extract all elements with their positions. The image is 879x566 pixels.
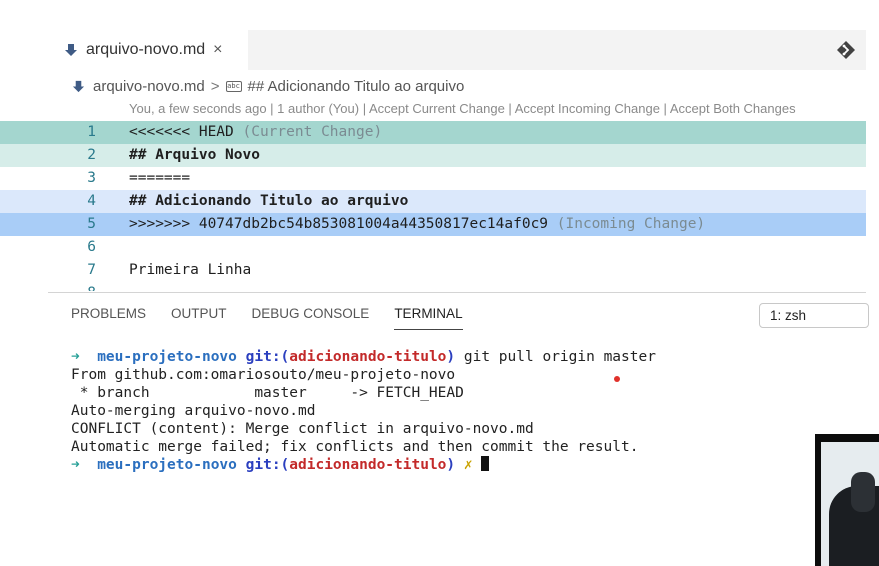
terminal-cursor [481, 456, 490, 471]
terminal-line: Automatic merge failed; fix conflicts an… [71, 439, 639, 455]
editor-line: 6 [0, 236, 866, 259]
string-symbol-icon: abc [225, 80, 242, 92]
prompt-git-close: ) [446, 349, 456, 365]
breadcrumb-separator: > [210, 77, 220, 95]
prompt-git-close: ) [446, 457, 456, 473]
terminal-command: git pull origin master [463, 349, 656, 365]
tab-problems[interactable]: PROBLEMS [71, 306, 146, 330]
editor-tab-bar: arquivo-novo.md × [0, 30, 879, 70]
prompt-git: git:( [245, 349, 290, 365]
line-number: 8 [60, 282, 96, 291]
line-content: ## Adicionando Titulo ao arquivo [129, 193, 409, 209]
tab-label: arquivo-novo.md [86, 41, 206, 58]
dirty-mark-icon: ✗ [463, 457, 473, 473]
tab-output[interactable]: OUTPUT [171, 306, 227, 330]
panel-tabs: PROBLEMS OUTPUT DEBUG CONSOLE TERMINAL [71, 306, 488, 330]
editor-line: 5 >>>>>>> 40747db2bc54b853081004a4435081… [0, 213, 866, 236]
merge-codelens[interactable]: You, a few seconds ago | 1 author (You) … [129, 101, 796, 116]
line-number: 6 [87, 239, 96, 255]
line-number: 4 [87, 193, 96, 209]
tab-terminal[interactable]: TERMINAL [394, 306, 463, 330]
terminal-line: Auto-merging arquivo-novo.md [71, 403, 316, 419]
webcam-person [851, 472, 875, 512]
webcam-overlay [815, 434, 879, 566]
breadcrumb: arquivo-novo.md > abc ## Adicionando Tit… [72, 76, 464, 96]
line-content: <<<<<<< HEAD (Current Change) [129, 121, 866, 144]
breadcrumb-file[interactable]: arquivo-novo.md [93, 78, 205, 95]
mouse-pointer-dot [614, 376, 620, 382]
line-number: 7 [87, 262, 96, 278]
webcam-image [821, 442, 879, 566]
terminal-line: From github.com:omariosouto/meu-projeto-… [71, 367, 456, 383]
prompt-git: git:( [245, 457, 290, 473]
prompt-arrow: ➜ [71, 457, 80, 473]
terminal-line: ➜ meu-projeto-novo git:(adicionando-titu… [71, 456, 656, 474]
current-change-hint: (Current Change) [233, 124, 383, 140]
markdown-file-icon [65, 44, 77, 56]
open-changes-icon[interactable] [836, 40, 856, 60]
prompt-branch: adicionando-titulo [289, 457, 447, 473]
terminal-select[interactable]: 1: zsh [759, 303, 869, 328]
terminal-line: ➜ meu-projeto-novo git:(adicionando-titu… [71, 348, 656, 366]
line-number: 3 [87, 170, 96, 186]
prompt-branch: adicionando-titulo [289, 349, 447, 365]
line-number: 2 [87, 147, 96, 163]
conflict-marker: <<<<<<< HEAD [129, 124, 234, 140]
editor-line: 4 ## Adicionando Titulo ao arquivo [0, 190, 866, 213]
terminal-output[interactable]: ➜ meu-projeto-novo git:(adicionando-titu… [71, 348, 656, 474]
prompt-arrow: ➜ [71, 349, 80, 365]
conflict-marker: >>>>>>> 40747db2bc54b853081004a44350817e… [129, 216, 549, 232]
editor-line: 2 ## Arquivo Novo [0, 144, 866, 167]
tab-bar-empty-area [248, 30, 866, 70]
markdown-file-icon [72, 80, 85, 92]
tab-arquivo-novo[interactable]: arquivo-novo.md × [52, 30, 248, 70]
panel-divider[interactable] [48, 292, 866, 293]
incoming-change-hint: (Incoming Change) [548, 216, 706, 232]
line-content: ## Arquivo Novo [129, 147, 260, 163]
line-content: >>>>>>> 40747db2bc54b853081004a44350817e… [129, 213, 866, 236]
editor-line: 7 Primeira Linha [0, 259, 866, 282]
close-icon[interactable]: × [213, 41, 222, 59]
line-content: Primeira Linha [129, 262, 252, 278]
prompt-dir: meu-projeto-novo [97, 457, 237, 473]
editor-line: 8 [0, 282, 866, 291]
line-number: 5 [87, 216, 96, 232]
prompt-dir: meu-projeto-novo [97, 349, 237, 365]
editor-line: 3 ======= [0, 167, 866, 190]
terminal-line: * branch master -> FETCH_HEAD [71, 385, 464, 401]
terminal-line: CONFLICT (content): Merge conflict in ar… [71, 421, 534, 437]
tab-debug-console[interactable]: DEBUG CONSOLE [252, 306, 370, 330]
line-number: 1 [87, 124, 96, 140]
editor-line: 1 <<<<<<< HEAD (Current Change) [0, 121, 866, 144]
breadcrumb-symbol[interactable]: ## Adicionando Titulo ao arquivo [248, 78, 465, 95]
line-content: ======= [129, 170, 191, 186]
code-editor[interactable]: 1 <<<<<<< HEAD (Current Change) 2 ## Arq… [0, 121, 866, 291]
